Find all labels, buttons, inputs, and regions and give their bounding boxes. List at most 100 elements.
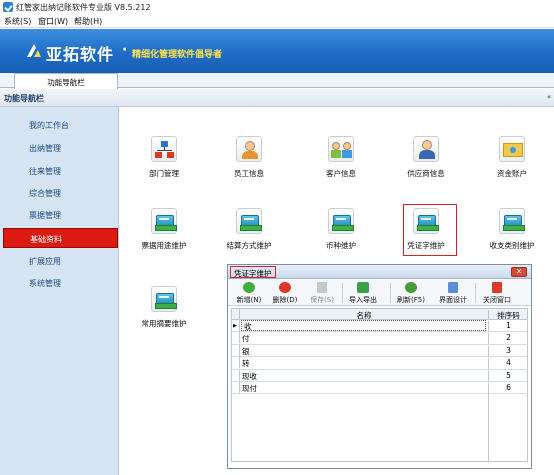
book-icon	[151, 286, 177, 312]
module-fund-account[interactable]: 资金账户	[472, 136, 552, 179]
add-button[interactable]: 新增(N)	[234, 282, 264, 305]
cell-order[interactable]: 4	[488, 358, 528, 370]
sidebar-item-accounts[interactable]: 往来管理	[29, 166, 61, 177]
close-window-label: 关闭窗口	[483, 296, 511, 304]
module-label: 资金账户	[497, 169, 527, 178]
fund-account-icon	[499, 136, 525, 162]
supplier-icon	[413, 136, 439, 162]
tab-strip: 功能导航栏	[0, 73, 554, 89]
voucher-word-dialog: 凭证字维护 ✕ 新增(N) 删除(D) 保存(S) 导入导出 刷新(F5) 界面…	[227, 264, 532, 469]
table-header: 名称 排序码	[231, 308, 528, 320]
menu-help[interactable]: 帮助(H)	[74, 16, 102, 27]
layout-design-button[interactable]: 界面设计	[436, 282, 470, 305]
column-header-order[interactable]: 排序码	[488, 310, 528, 320]
brand-separator: ·	[122, 42, 128, 58]
table-row[interactable]: 付 2	[231, 332, 528, 345]
import-export-button[interactable]: 导入导出	[345, 282, 381, 305]
module-employee[interactable]: 员工信息	[209, 136, 289, 179]
module-voucher-word[interactable]: 凭证字维护	[386, 204, 466, 256]
customer-icon	[328, 136, 354, 162]
table-row[interactable]: ▶ 收 1	[231, 320, 528, 333]
sidebar-item-workbench[interactable]: 我的工作台	[29, 120, 69, 131]
module-label: 部门管理	[149, 169, 179, 178]
cell-name[interactable]: 现付	[242, 383, 257, 394]
cell-name[interactable]: 银	[242, 346, 250, 357]
save-icon	[317, 282, 327, 293]
close-window-icon	[492, 282, 502, 293]
module-common-summary[interactable]: 常用摘要维护	[124, 286, 204, 329]
module-currency[interactable]: 币种维护	[301, 208, 381, 251]
tab-function-nav[interactable]: 功能导航栏	[14, 73, 118, 89]
brand-name: 亚拓软件	[46, 45, 115, 64]
cell-order[interactable]: 1	[488, 321, 528, 332]
cell-order[interactable]: 6	[488, 382, 528, 394]
close-window-button[interactable]: 关闭窗口	[480, 282, 514, 305]
module-bill-purpose[interactable]: 票据用途维护	[124, 208, 204, 251]
table-row[interactable]: 现付 6	[231, 381, 528, 395]
cell-name[interactable]: 付	[242, 333, 250, 344]
employee-icon	[236, 136, 262, 162]
nav-header: 功能导航栏 «	[0, 89, 554, 107]
cell-name[interactable]: 现收	[242, 371, 257, 382]
window-title: 红管家出纳记账软件专业版 V8.5.212	[16, 3, 151, 12]
module-income-expense[interactable]: 收支类别维护	[472, 208, 552, 251]
module-label: 常用摘要维护	[141, 319, 187, 328]
cell-name[interactable]: 收	[241, 320, 486, 331]
module-customer[interactable]: 客户信息	[301, 136, 381, 179]
add-label: 新增(N)	[236, 296, 262, 304]
sidebar-item-system[interactable]: 系统管理	[29, 278, 61, 289]
module-label: 收支类别维护	[489, 241, 535, 250]
sidebar-item-extensions[interactable]: 扩展应用	[29, 256, 61, 267]
module-supplier[interactable]: 供应商信息	[386, 136, 466, 179]
save-button[interactable]: 保存(S)	[307, 282, 337, 305]
sidebar-item-bills[interactable]: 票据管理	[29, 210, 61, 221]
menu-window[interactable]: 窗口(W)	[38, 16, 68, 27]
sidebar-item-cashier[interactable]: 出纳管理	[29, 143, 61, 154]
delete-button[interactable]: 删除(D)	[270, 282, 300, 305]
dialog-title-bar[interactable]: 凭证字维护 ✕	[228, 265, 531, 279]
import-export-label: 导入导出	[349, 296, 377, 304]
app-logo-icon	[3, 2, 13, 12]
delete-label: 删除(D)	[272, 296, 298, 304]
module-settlement[interactable]: 结算方式维护	[209, 208, 289, 251]
delete-icon	[279, 282, 291, 293]
import-export-icon	[357, 282, 369, 293]
cell-order[interactable]: 3	[488, 345, 528, 357]
book-icon	[499, 208, 525, 234]
cell-order[interactable]: 2	[488, 333, 528, 345]
save-label: 保存(S)	[310, 296, 334, 304]
collapse-icon[interactable]: «	[547, 93, 551, 101]
module-department[interactable]: 部门管理	[124, 136, 204, 179]
module-label: 员工信息	[234, 169, 264, 178]
menu-bar: 系统(S) 窗口(W) 帮助(H)	[0, 14, 554, 28]
book-icon	[236, 208, 262, 234]
sidebar: 我的工作台 出纳管理 往来管理 综合管理 票据管理 基础资料 扩展应用 系统管理	[0, 107, 119, 475]
table-row[interactable]: 转 4	[231, 357, 528, 370]
layout-design-label: 界面设计	[439, 296, 467, 304]
table-empty-area[interactable]	[231, 394, 528, 463]
brand-logo-icon	[27, 44, 41, 57]
module-label: 供应商信息	[407, 169, 445, 178]
brand-slogan: 精细化管理软件倡导者	[132, 50, 223, 60]
cell-order[interactable]: 5	[488, 370, 528, 382]
book-icon	[328, 208, 354, 234]
voucher-word-table: 名称 排序码 ▶ 收 1 付 2 银 3 转 4 现收 5 现付 6	[231, 308, 528, 463]
dialog-toolbar: 新增(N) 删除(D) 保存(S) 导入导出 刷新(F5) 界面设计 关闭窗口	[228, 280, 531, 306]
sidebar-item-basic-data[interactable]: 基础资料	[3, 228, 118, 248]
module-label: 币种维护	[326, 241, 356, 250]
cell-name[interactable]: 转	[242, 358, 250, 369]
module-label: 结算方式维护	[226, 241, 272, 250]
dialog-title: 凭证字维护	[230, 266, 276, 278]
refresh-button[interactable]: 刷新(F5)	[395, 282, 427, 305]
module-label: 客户信息	[326, 169, 356, 178]
module-label: 票据用途维护	[141, 241, 187, 250]
dialog-close-icon[interactable]: ✕	[511, 267, 527, 277]
refresh-icon	[405, 282, 417, 293]
title-bar: 红管家出纳记账软件专业版 V8.5.212	[0, 0, 554, 14]
table-row[interactable]: 银 3	[231, 344, 528, 358]
menu-system[interactable]: 系统(S)	[4, 16, 31, 27]
table-row[interactable]: 现收 5	[231, 369, 528, 382]
toolbar-separator	[390, 283, 391, 303]
toolbar-separator	[342, 283, 343, 303]
sidebar-item-general[interactable]: 综合管理	[29, 188, 61, 199]
